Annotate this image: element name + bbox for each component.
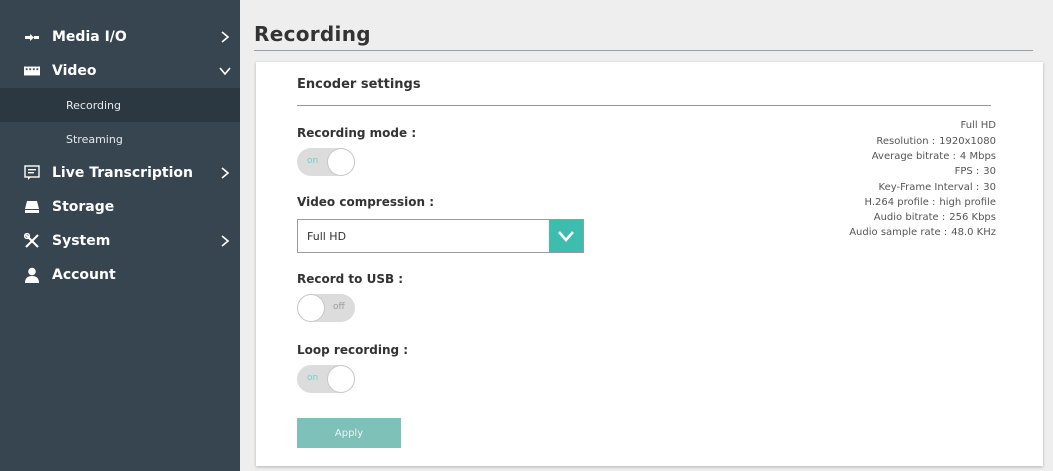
info-key: Key-Frame Interval : (878, 182, 980, 193)
sidebar-item-media-io[interactable]: Media I/O (0, 20, 240, 54)
info-key: H.264 profile : (864, 197, 936, 208)
sidebar-subitem-streaming[interactable]: Streaming (0, 122, 240, 156)
info-preset: Full HD (796, 120, 997, 132)
sidebar-item-system[interactable]: System (0, 224, 240, 258)
divider (297, 105, 991, 106)
info-value: 30 (983, 182, 996, 193)
sidebar-subitem-recording[interactable]: Recording (0, 88, 240, 122)
loop-recording-toggle[interactable]: on (297, 365, 355, 393)
chevron-right-icon (218, 166, 232, 180)
info-key: Average bitrate : (871, 151, 956, 162)
sidebar-subitem-label: Streaming (66, 132, 123, 146)
info-row: Key-Frame Interval : 30 (796, 182, 996, 194)
toggle-state: on (307, 373, 319, 383)
sidebar-subitem-label: Recording (66, 98, 122, 112)
sidebar-item-storage[interactable]: Storage (0, 190, 240, 224)
chevron-down-icon (218, 64, 232, 78)
sidebar-item-label: System (52, 233, 111, 249)
info-preset-value: Full HD (960, 120, 997, 131)
storage-icon (24, 199, 40, 215)
panel-title: Encoder settings (297, 77, 421, 92)
chevron-right-icon (218, 234, 232, 248)
sidebar-item-label: Media I/O (52, 29, 127, 45)
info-value: high profile (939, 197, 996, 208)
info-value: 48.0 KHz (951, 227, 996, 238)
toggle-state: off (333, 302, 345, 312)
video-icon (24, 63, 40, 79)
info-key: FPS : (954, 166, 980, 177)
info-row: Audio sample rate : 48.0 KHz (796, 227, 996, 239)
sidebar-item-live-transcription[interactable]: Live Transcription (0, 156, 240, 190)
info-value: 256 Kbps (949, 212, 996, 223)
media-io-icon (24, 29, 40, 45)
record-to-usb-toggle[interactable]: off (297, 294, 355, 322)
transcription-icon (24, 165, 40, 181)
apply-button[interactable]: Apply (297, 418, 401, 448)
toggle-knob (328, 366, 354, 392)
loop-recording-label: Loop recording : (297, 343, 409, 357)
sidebar-item-label: Live Transcription (52, 165, 193, 181)
sidebar-item-label: Storage (52, 199, 115, 215)
toggle-knob (328, 149, 354, 175)
sidebar: Media I/O Video Recording Streaming Live… (0, 0, 240, 471)
chevron-down-icon[interactable] (549, 220, 583, 252)
system-tools-icon (24, 233, 40, 249)
video-compression-label: Video compression : (297, 195, 435, 209)
select-value: Full HD (307, 230, 347, 243)
info-row: Resolution : 1920x1080 (796, 136, 996, 148)
chevron-right-icon (218, 30, 232, 44)
info-value: 30 (983, 166, 996, 177)
info-row: Audio bitrate : 256 Kbps (796, 212, 996, 224)
record-to-usb-label: Record to USB : (297, 272, 404, 286)
info-row: H.264 profile : high profile (796, 197, 996, 209)
account-icon (24, 267, 40, 283)
recording-mode-label: Recording mode : (297, 126, 417, 140)
info-row: Average bitrate : 4 Mbps (796, 151, 996, 163)
sidebar-item-video[interactable]: Video (0, 54, 240, 88)
sidebar-item-account[interactable]: Account (0, 258, 240, 292)
encoder-settings-panel: Encoder settings Recording mode : on Vid… (256, 62, 1043, 466)
toggle-state: on (307, 156, 319, 166)
info-key: Audio sample rate : (849, 227, 948, 238)
sidebar-item-label: Video (52, 63, 97, 79)
toggle-knob (298, 295, 324, 321)
sidebar-item-label: Account (52, 267, 116, 283)
info-value: 1920x1080 (939, 136, 996, 147)
info-row: FPS : 30 (796, 166, 996, 178)
info-value: 4 Mbps (959, 151, 996, 162)
page-title: Recording (254, 22, 371, 46)
info-key: Resolution : (876, 136, 936, 147)
main-content: Recording Encoder settings Recording mod… (240, 0, 1053, 471)
video-compression-select[interactable]: Full HD (297, 219, 584, 253)
page-header: Recording (254, 18, 1033, 51)
info-key: Audio bitrate : (873, 212, 946, 223)
recording-mode-toggle[interactable]: on (297, 148, 355, 176)
